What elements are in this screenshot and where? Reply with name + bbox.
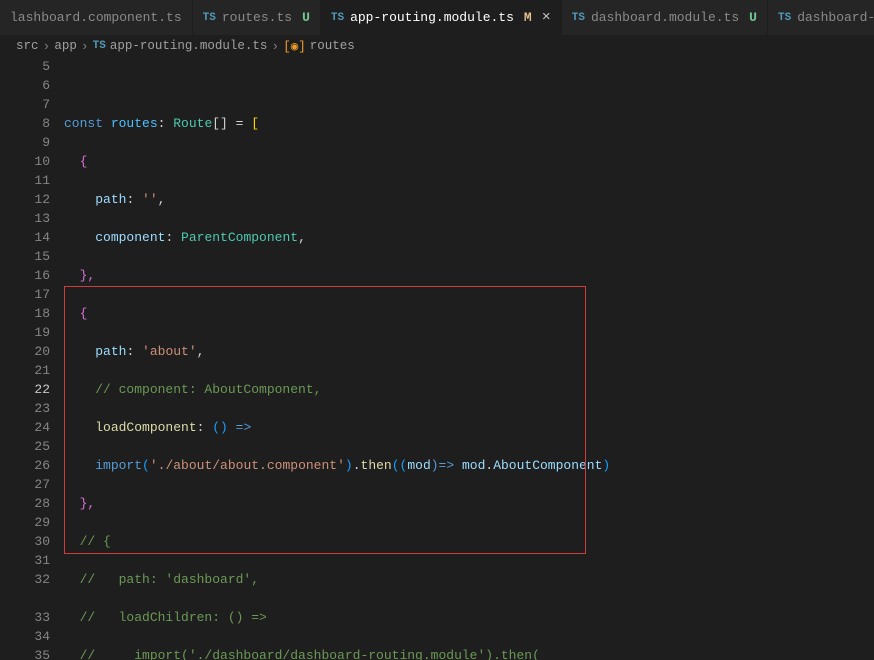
chevron-right-icon: › <box>271 39 279 54</box>
variable-icon: [◉] <box>283 38 306 54</box>
tab-dashboard-component[interactable]: lashboard.component.ts <box>0 0 193 35</box>
git-status-badge: U <box>749 10 757 25</box>
code-line[interactable]: }, <box>64 266 874 285</box>
activity-bar-slice <box>0 57 18 660</box>
tab-app-routing-module[interactable]: TS app-routing.module.ts M × <box>321 0 562 35</box>
code-line[interactable]: // loadChildren: () => <box>64 608 874 627</box>
chevron-right-icon: › <box>81 39 89 54</box>
breadcrumb-segment[interactable]: app-routing.module.ts <box>110 39 268 53</box>
breadcrumb-segment[interactable]: app <box>54 39 77 53</box>
code-line[interactable]: // component: AboutComponent, <box>64 380 874 399</box>
code-content[interactable]: const routes: Route[] = [ { path: '', co… <box>64 57 874 660</box>
code-line[interactable]: // { <box>64 532 874 551</box>
tab-routes[interactable]: TS routes.ts U <box>193 0 321 35</box>
code-line[interactable]: { <box>64 304 874 323</box>
code-line[interactable]: const routes: Route[] = [ <box>64 114 874 133</box>
code-line[interactable]: // import('./dashboard/dashboard-routing… <box>64 646 874 660</box>
typescript-icon: TS <box>93 40 106 52</box>
tab-item-label: routes.ts <box>222 10 292 25</box>
typescript-icon: TS <box>203 12 216 24</box>
code-line[interactable]: path: 'about', <box>64 342 874 361</box>
code-line[interactable]: // path: 'dashboard', <box>64 570 874 589</box>
tab-item-label: dashboard-routing <box>797 10 874 25</box>
typescript-icon: TS <box>778 12 791 24</box>
code-line[interactable] <box>64 76 874 95</box>
code-line[interactable]: import('./about/about.component').then((… <box>64 456 874 475</box>
close-icon[interactable]: × <box>542 9 551 26</box>
tab-item-label: dashboard.module.ts <box>591 10 739 25</box>
line-number-gutter: 5 6 7 8 9 10 11 12 13 14 15 16 17 18 19 … <box>18 57 64 660</box>
tab-dashboard-routing[interactable]: TS dashboard-routing <box>768 0 874 35</box>
git-status-badge: M <box>524 10 532 25</box>
chevron-right-icon: › <box>43 39 51 54</box>
git-status-badge: U <box>302 10 310 25</box>
tab-item-label: app-routing.module.ts <box>350 10 514 25</box>
code-line[interactable]: component: ParentComponent, <box>64 228 874 247</box>
editor-tabs: lashboard.component.ts TS routes.ts U TS… <box>0 0 874 35</box>
breadcrumb[interactable]: src › app › TS app-routing.module.ts › [… <box>0 35 874 57</box>
breadcrumb-segment[interactable]: routes <box>310 39 355 53</box>
code-line[interactable]: { <box>64 152 874 171</box>
tab-item-label: lashboard.component.ts <box>10 10 182 25</box>
typescript-icon: TS <box>572 12 585 24</box>
tab-dashboard-module[interactable]: TS dashboard.module.ts U <box>562 0 768 35</box>
typescript-icon: TS <box>331 12 344 24</box>
code-line[interactable]: }, <box>64 494 874 513</box>
code-editor[interactable]: 5 6 7 8 9 10 11 12 13 14 15 16 17 18 19 … <box>0 57 874 660</box>
code-line[interactable]: loadComponent: () => <box>64 418 874 437</box>
breadcrumb-segment[interactable]: src <box>16 39 39 53</box>
code-line[interactable]: path: '', <box>64 190 874 209</box>
